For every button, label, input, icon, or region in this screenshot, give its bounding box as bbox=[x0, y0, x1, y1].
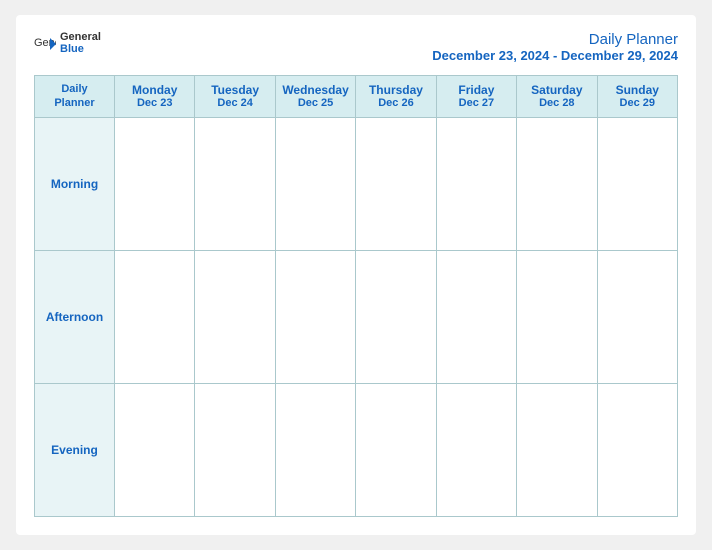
row-label-afternoon: Afternoon bbox=[35, 250, 115, 383]
cell-afternoon-wednesday[interactable] bbox=[275, 250, 355, 383]
col-header-tuesday: Tuesday Dec 24 bbox=[195, 76, 275, 118]
row-evening: Evening bbox=[35, 383, 678, 516]
cell-evening-sunday[interactable] bbox=[597, 383, 677, 516]
cell-afternoon-saturday[interactable] bbox=[517, 250, 597, 383]
col-header-friday: Friday Dec 27 bbox=[436, 76, 516, 118]
cell-evening-tuesday[interactable] bbox=[195, 383, 275, 516]
planner-table: Daily Planner Monday Dec 23 Tuesday Dec … bbox=[34, 75, 678, 517]
cell-afternoon-friday[interactable] bbox=[436, 250, 516, 383]
logo-icon: General bbox=[34, 34, 56, 52]
cell-morning-tuesday[interactable] bbox=[195, 117, 275, 250]
cell-evening-friday[interactable] bbox=[436, 383, 516, 516]
cell-afternoon-thursday[interactable] bbox=[356, 250, 436, 383]
col-header-wednesday: Wednesday Dec 25 bbox=[275, 76, 355, 118]
logo: General General Blue bbox=[34, 31, 101, 55]
row-label-morning: Morning bbox=[35, 117, 115, 250]
page-container: General General Blue Daily Planner Decem… bbox=[16, 15, 696, 535]
col-header-sunday: Sunday Dec 29 bbox=[597, 76, 677, 118]
cell-morning-wednesday[interactable] bbox=[275, 117, 355, 250]
row-morning: Morning bbox=[35, 117, 678, 250]
header: General General Blue Daily Planner Decem… bbox=[34, 31, 678, 63]
cell-evening-saturday[interactable] bbox=[517, 383, 597, 516]
col-header-monday: Monday Dec 23 bbox=[115, 76, 195, 118]
planner-title: Daily Planner bbox=[432, 31, 678, 48]
cell-evening-thursday[interactable] bbox=[356, 383, 436, 516]
cell-evening-wednesday[interactable] bbox=[275, 383, 355, 516]
cell-morning-sunday[interactable] bbox=[597, 117, 677, 250]
cell-morning-saturday[interactable] bbox=[517, 117, 597, 250]
label-header: Daily Planner bbox=[35, 76, 115, 118]
row-afternoon: Afternoon bbox=[35, 250, 678, 383]
row-label-evening: Evening bbox=[35, 383, 115, 516]
cell-afternoon-tuesday[interactable] bbox=[195, 250, 275, 383]
cell-evening-monday[interactable] bbox=[115, 383, 195, 516]
col-header-saturday: Saturday Dec 28 bbox=[517, 76, 597, 118]
title-block: Daily Planner December 23, 2024 - Decemb… bbox=[432, 31, 678, 63]
cell-morning-monday[interactable] bbox=[115, 117, 195, 250]
col-header-thursday: Thursday Dec 26 bbox=[356, 76, 436, 118]
date-range: December 23, 2024 - December 29, 2024 bbox=[432, 48, 678, 63]
cell-afternoon-sunday[interactable] bbox=[597, 250, 677, 383]
cell-morning-thursday[interactable] bbox=[356, 117, 436, 250]
cell-morning-friday[interactable] bbox=[436, 117, 516, 250]
cell-afternoon-monday[interactable] bbox=[115, 250, 195, 383]
